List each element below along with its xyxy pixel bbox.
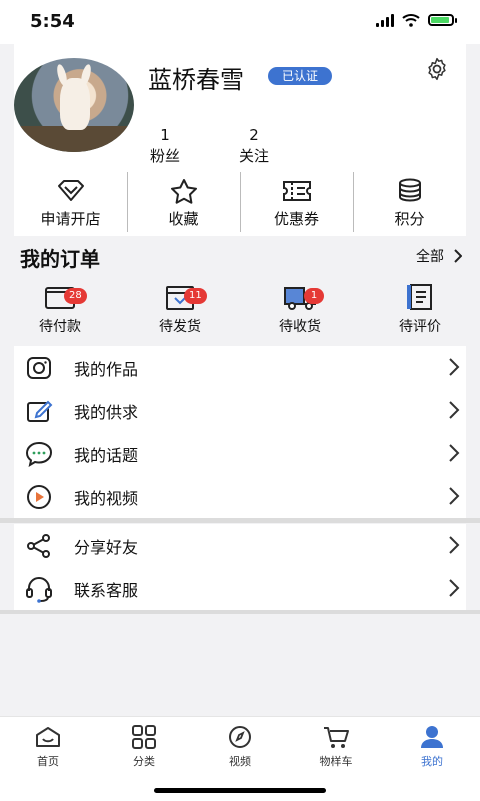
star-icon [170, 178, 197, 204]
following-label: 关注 [238, 147, 269, 165]
section-divider [0, 518, 480, 523]
profile-card: 蓝桥春雪 已认证 1 粉丝 2 关注 申请开店 收藏 优惠券 积分 [14, 30, 466, 236]
tab-mine[interactable]: 我的 [384, 717, 480, 769]
chevron-right-icon [449, 536, 460, 554]
menu-item-label: 联系客服 [74, 580, 139, 600]
tab-cart-label: 物样车 [319, 755, 353, 768]
menu-item-my-supply[interactable]: 我的供求 [14, 389, 466, 432]
tab-video-label: 视频 [229, 755, 251, 768]
chevron-right-icon [449, 579, 460, 597]
battery-icon [428, 14, 457, 26]
fans-count: 1 [160, 126, 170, 144]
menu-item-label: 我的视频 [74, 488, 139, 508]
verified-badge: 已认证 [268, 67, 333, 85]
pending-receipt-label: 待收货 [279, 319, 321, 335]
diamond-icon [57, 179, 84, 201]
tab-cart[interactable]: 物样车 [288, 717, 384, 769]
menu-item-my-videos[interactable]: 我的视频 [14, 475, 466, 518]
order-pending-payment[interactable]: 28 待付款 [0, 282, 120, 342]
menu-item-label: 分享好友 [74, 537, 139, 557]
pending-shipment-badge: 11 [184, 288, 207, 304]
review-icon [407, 284, 432, 310]
chevron-right-icon [449, 401, 460, 419]
chevron-right-icon [454, 249, 462, 263]
settings-gear-icon[interactable] [424, 56, 450, 82]
pending-payment-label: 待付款 [39, 319, 81, 335]
chat-icon [25, 441, 53, 467]
quick-actions: 申请开店 收藏 优惠券 积分 [14, 172, 466, 234]
tab-home[interactable]: 首页 [0, 717, 96, 769]
menu-item-label: 我的作品 [74, 359, 139, 379]
signal-icon [376, 13, 394, 27]
compass-icon [229, 726, 251, 748]
favorites-button[interactable]: 收藏 [127, 172, 240, 234]
apply-shop-label: 申请开店 [40, 209, 101, 228]
menu-item-customer-service[interactable]: 联系客服 [14, 567, 466, 610]
coupons-label: 优惠券 [273, 209, 319, 228]
pending-shipment-label: 待发货 [159, 319, 201, 335]
following-count: 2 [249, 126, 259, 144]
pending-receipt-badge: 1 [304, 288, 324, 304]
coupon-icon [282, 180, 311, 201]
order-pending-review[interactable]: 待评价 [360, 282, 480, 342]
orders-title: 我的订单 [20, 247, 100, 271]
menu-item-my-works[interactable]: 我的作品 [14, 346, 466, 389]
pending-review-label: 待评价 [399, 319, 441, 335]
section-divider [0, 610, 480, 614]
fans-stat[interactable]: 1 粉丝 [135, 126, 195, 166]
user-icon [421, 726, 443, 748]
status-time: 5:54 [30, 11, 75, 32]
order-pending-shipment[interactable]: 11 待发货 [120, 282, 240, 342]
camera-icon [27, 356, 51, 379]
home-indicator [154, 788, 326, 793]
avatar[interactable] [14, 58, 134, 152]
points-label: 积分 [394, 209, 425, 228]
menu-item-my-topics[interactable]: 我的话题 [14, 432, 466, 475]
menu-list: 我的作品 我的供求 我的话题 我的视频 [14, 346, 466, 518]
share-icon [27, 533, 50, 558]
username: 蓝桥春雪 [148, 66, 244, 94]
wifi-icon [402, 14, 420, 27]
tab-home-label: 首页 [37, 755, 59, 768]
menu-item-share-friends[interactable]: 分享好友 [14, 524, 466, 567]
cart-icon [324, 727, 349, 748]
menu-item-label: 我的话题 [74, 445, 139, 465]
favorites-label: 收藏 [168, 209, 199, 228]
tab-category[interactable]: 分类 [96, 717, 192, 769]
orders-all-label: 全部 [416, 249, 444, 265]
coins-icon [398, 178, 421, 202]
chevron-right-icon [449, 358, 460, 376]
menu-list-secondary: 分享好友 联系客服 [14, 524, 466, 610]
apply-shop-button[interactable]: 申请开店 [14, 172, 127, 234]
chevron-right-icon [449, 444, 460, 462]
headset-icon [26, 576, 52, 603]
fans-label: 粉丝 [149, 147, 180, 165]
tab-video[interactable]: 视频 [192, 717, 288, 769]
points-button[interactable]: 积分 [353, 172, 466, 234]
edit-icon [27, 400, 53, 422]
status-indicators [376, 13, 457, 27]
pending-payment-badge: 28 [64, 288, 87, 304]
video-icon [27, 484, 51, 509]
tab-mine-label: 我的 [421, 755, 443, 768]
orders-all-link[interactable]: 全部 [416, 246, 462, 266]
home-icon [36, 727, 60, 747]
order-status-row: 28 待付款 11 待发货 1 待收货 待评价 [0, 282, 480, 342]
following-stat[interactable]: 2 关注 [224, 126, 284, 166]
tab-category-label: 分类 [133, 755, 155, 768]
menu-item-label: 我的供求 [74, 402, 139, 422]
tab-bar: 首页 分类 视频 物样车 我的 [0, 716, 480, 801]
grid-icon [132, 725, 156, 749]
coupons-button[interactable]: 优惠券 [240, 172, 353, 234]
order-pending-receipt[interactable]: 1 待收货 [240, 282, 360, 342]
chevron-right-icon [449, 487, 460, 505]
